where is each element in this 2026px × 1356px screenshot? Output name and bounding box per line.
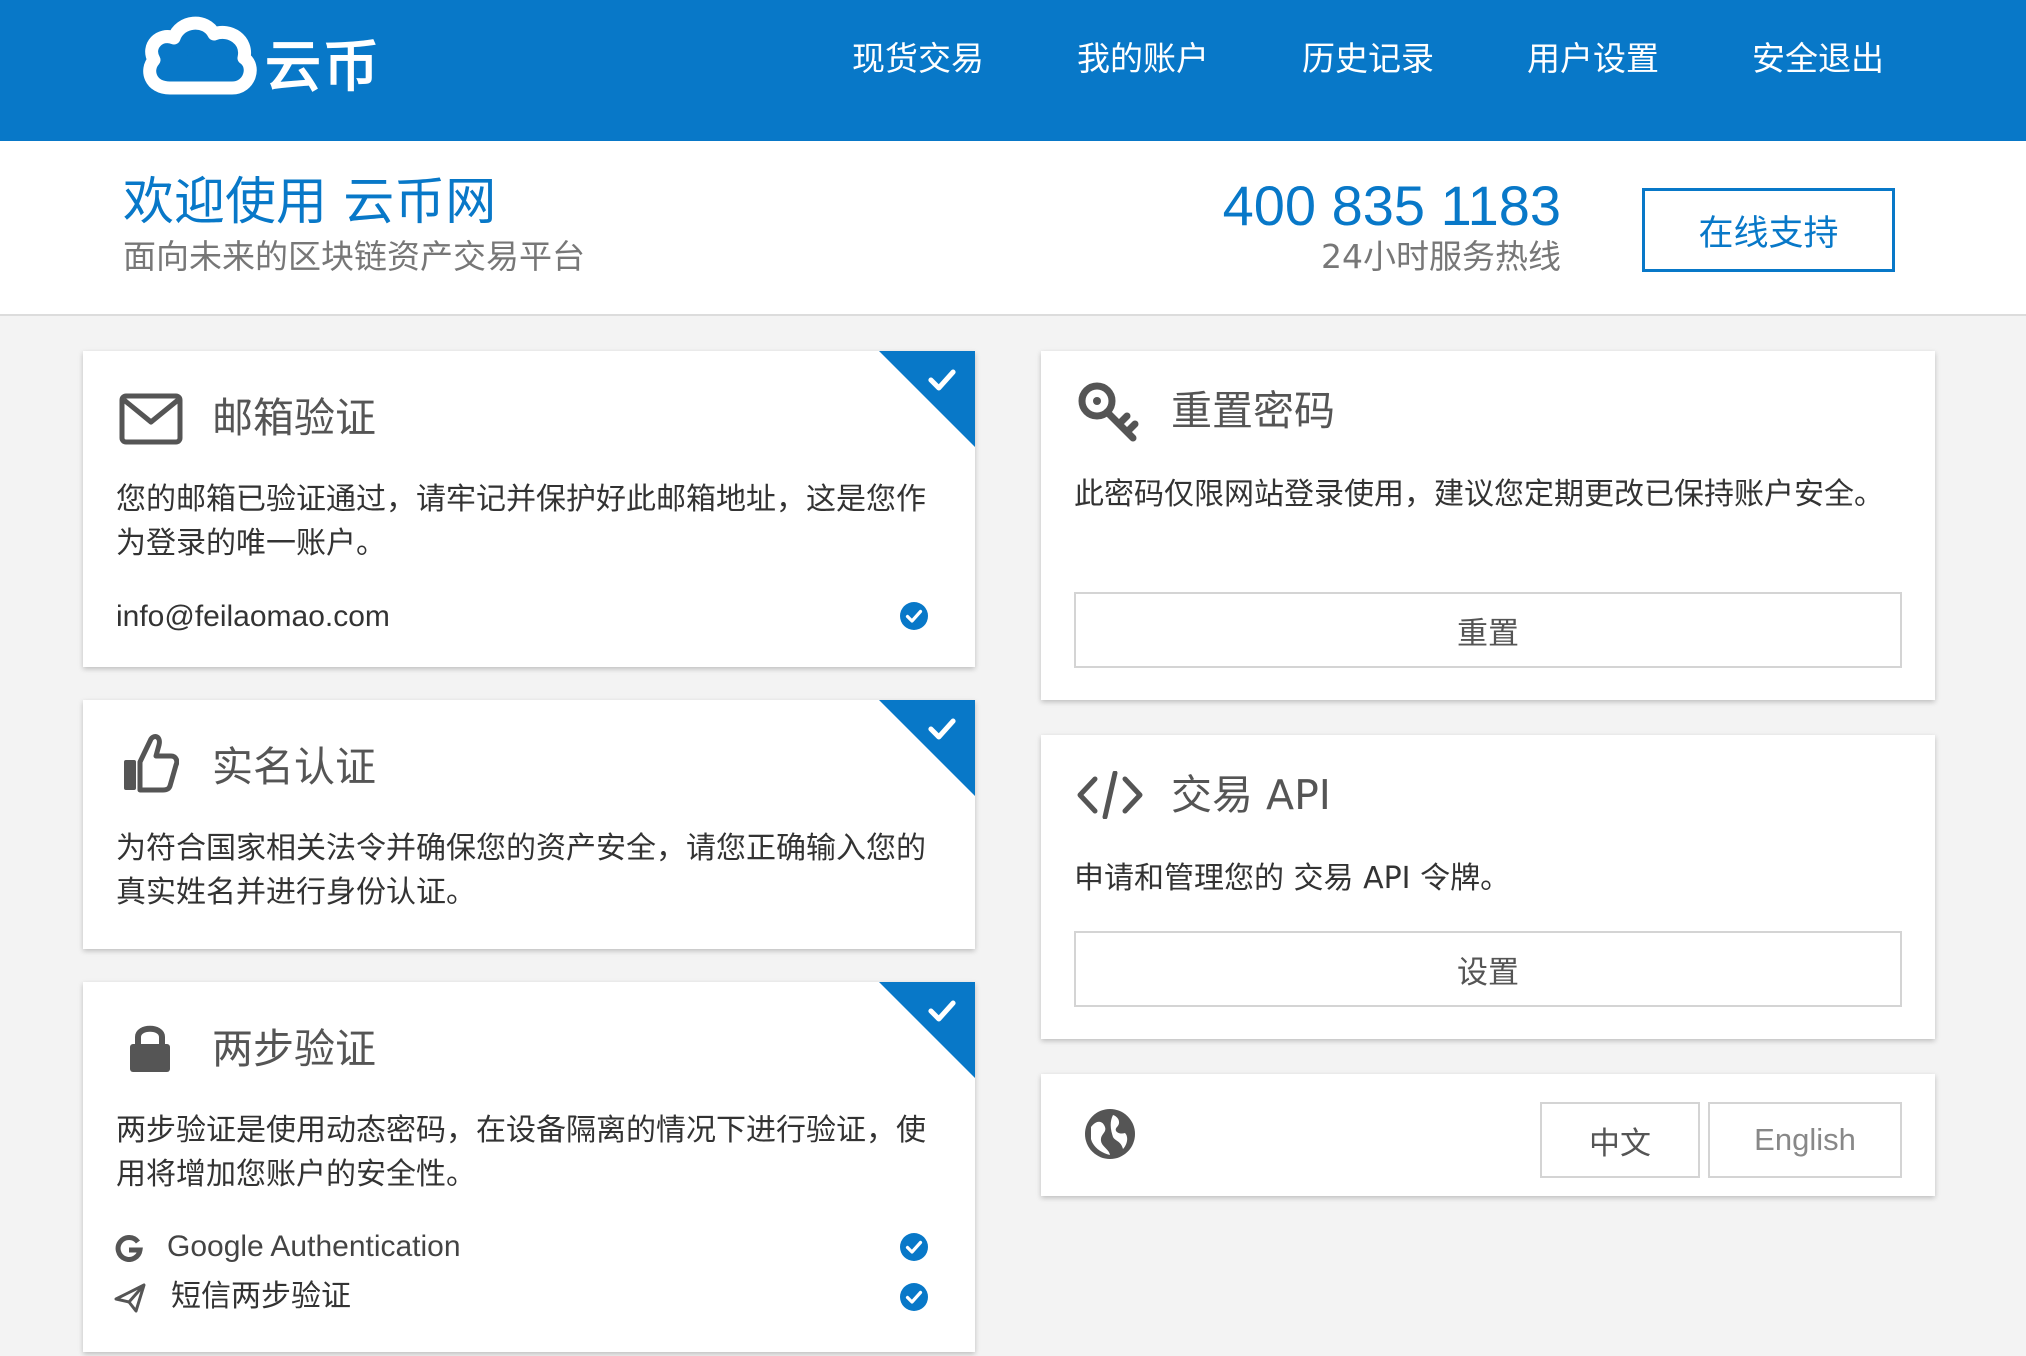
page-title: 欢迎使用 云币网: [123, 173, 497, 232]
card-description: 申请和管理您的 交易 API 令牌。: [1074, 861, 1511, 896]
language-option-zh[interactable]: 中文: [1540, 1102, 1700, 1178]
check-icon: [928, 1000, 956, 1022]
card-description: 您的邮箱已验证通过，请牢记并保护好此邮箱地址，这是您作为登录的唯一账户。: [116, 482, 926, 561]
card-title: 交易 API: [1171, 771, 1331, 819]
card-title: 两步验证: [212, 1025, 376, 1073]
card-title: 重置密码: [1171, 387, 1335, 435]
check-circle-icon: [900, 602, 928, 630]
site-logo[interactable]: 云币: [140, 10, 410, 110]
envelope-icon: [119, 393, 183, 445]
two-factor-method-label: 短信两步验证: [171, 1279, 351, 1314]
paper-plane-icon: [114, 1283, 146, 1313]
welcome-header: 欢迎使用 云币网 面向未来的区块链资产交易平台 400 835 1183 24小…: [0, 141, 2026, 316]
top-navbar: 云币 现货交易 我的账户 历史记录 用户设置 安全退出: [0, 0, 2026, 141]
api-settings-button[interactable]: 设置: [1074, 931, 1902, 1007]
nav-logout[interactable]: 安全退出: [1752, 34, 1884, 84]
two-factor-card: 两步验证 两步验证是使用动态密码，在设备隔离的情况下进行验证，使用将增加您账户的…: [83, 982, 975, 1352]
card-description: 为符合国家相关法令并确保您的资产安全，请您正确输入您的真实姓名并进行身份认证。: [116, 831, 926, 910]
email-verification-card: 邮箱验证 您的邮箱已验证通过，请牢记并保护好此邮箱地址，这是您作为登录的唯一账户…: [83, 351, 975, 667]
email-address: info@feilaomao.com: [116, 600, 390, 633]
hotline-label: 24小时服务热线: [1321, 237, 1561, 276]
trading-api-card: 交易 API 申请和管理您的 交易 API 令牌。 设置: [1041, 735, 1935, 1039]
nav-history[interactable]: 历史记录: [1302, 34, 1434, 84]
card-description: 两步验证是使用动态密码，在设备隔离的情况下进行验证，使用将增加您账户的安全性。: [116, 1113, 926, 1192]
language-option-en[interactable]: English: [1708, 1102, 1902, 1178]
logo-text: 云币: [265, 35, 381, 100]
check-circle-icon: [900, 1233, 928, 1261]
check-circle-icon: [900, 1283, 928, 1311]
card-description: 此密码仅限网站登录使用，建议您定期更改已保持账户安全。: [1074, 477, 1884, 512]
language-card: 中文 English: [1041, 1074, 1935, 1196]
card-title: 实名认证: [212, 743, 376, 791]
google-icon: [115, 1234, 143, 1262]
realname-verification-card: 实名认证 为符合国家相关法令并确保您的资产安全，请您正确输入您的真实姓名并进行身…: [83, 700, 975, 949]
two-factor-method-label: Google Authentication: [167, 1230, 461, 1263]
check-icon: [928, 718, 956, 740]
nav-spot-trading[interactable]: 现货交易: [852, 34, 984, 84]
card-title: 邮箱验证: [212, 394, 376, 442]
code-icon: [1077, 771, 1143, 819]
online-support-button[interactable]: 在线支持: [1642, 188, 1895, 272]
lock-icon: [130, 1025, 170, 1072]
page-subtitle: 面向未来的区块链资产交易平台: [123, 237, 585, 276]
reset-password-button[interactable]: 重置: [1074, 592, 1902, 668]
thumbs-up-icon: [124, 734, 179, 793]
cloud-logo-icon: [143, 16, 257, 95]
hotline-number: 400 835 1183: [1222, 174, 1561, 237]
key-icon: [1078, 382, 1139, 442]
nav-user-settings[interactable]: 用户设置: [1527, 34, 1659, 84]
globe-icon: [1085, 1109, 1135, 1159]
check-icon: [928, 369, 956, 391]
reset-password-card: 重置密码 此密码仅限网站登录使用，建议您定期更改已保持账户安全。 重置: [1041, 351, 1935, 700]
nav-my-account[interactable]: 我的账户: [1077, 34, 1209, 84]
